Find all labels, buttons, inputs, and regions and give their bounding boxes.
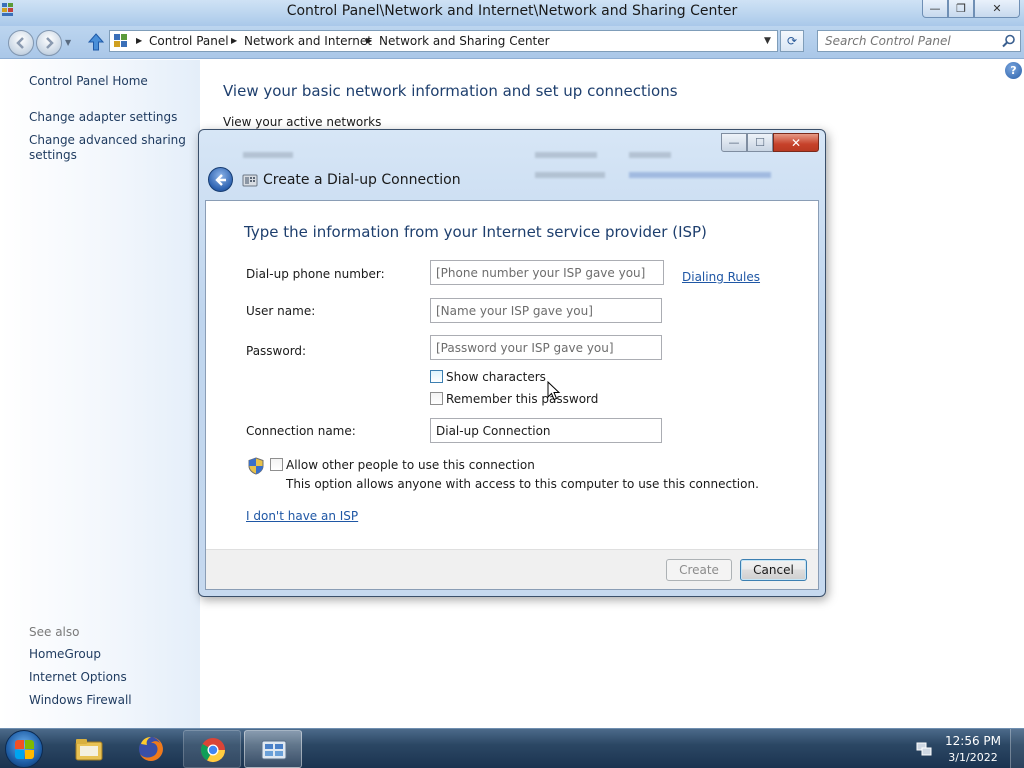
dialog-maximize-button: ☐ [747,133,773,152]
dialog-content: Type the information from your Internet … [205,200,819,590]
blurred-background [535,172,605,178]
recent-pages-dropdown-icon[interactable]: ▼ [65,38,71,47]
dialup-phone-icon [242,174,258,187]
dialog-close-button[interactable]: ✕ [773,133,819,152]
refresh-button[interactable]: ⟳ [780,30,804,52]
windows-firewall-link[interactable]: Windows Firewall [29,693,132,707]
phone-number-field[interactable] [430,260,664,285]
breadcrumb-network-and-internet[interactable]: Network and Internet [244,34,372,48]
allow-others-label[interactable]: Allow other people to use this connectio… [286,458,535,472]
dialog-back-button[interactable] [208,167,233,192]
taskbar-firefox[interactable] [122,730,180,768]
close-icon: ✕ [992,2,1002,15]
network-center-icon [261,740,287,760]
blurred-background [629,152,671,158]
password-input[interactable] [431,336,661,359]
breadcrumb-network-and-sharing-center[interactable]: Network and Sharing Center [379,34,550,48]
minimize-button[interactable]: — [922,0,948,18]
arrow-left-icon [215,174,226,186]
password-field[interactable] [430,335,662,360]
help-icon[interactable]: ? [1005,62,1022,79]
taskbar-chrome[interactable] [183,730,241,768]
start-button[interactable] [5,730,43,768]
address-dropdown-icon[interactable]: ▼ [764,36,771,46]
connection-name-field[interactable] [430,418,662,443]
uac-shield-icon [248,457,264,475]
forward-button[interactable] [36,30,62,56]
minimize-icon: — [929,2,941,15]
dialog-title: Create a Dial-up Connection [263,172,461,188]
show-characters-checkbox[interactable] [430,370,443,383]
remember-password-label[interactable]: Remember this password [446,392,598,406]
tasks-pane: Control Panel Home Change adapter settin… [0,60,200,728]
homegroup-link[interactable]: HomeGroup [29,647,101,661]
username-input[interactable] [431,299,661,322]
search-box[interactable] [817,30,1021,52]
window-titlebar: Control Panel\Network and Internet\Netwo… [0,0,1024,26]
maximize-icon: ☐ [755,136,765,149]
password-label: Password: [246,344,307,358]
navigation-bar: ▼ ▶ Control Panel ▶ Network and Internet… [0,26,1024,59]
see-also-heading: See also [29,625,80,639]
windows-logo-icon [15,740,35,760]
window-title: Control Panel\Network and Internet\Netwo… [286,3,738,19]
allow-others-description: This option allows anyone with access to… [286,477,759,491]
change-adapter-settings-link[interactable]: Change adapter settings [29,110,177,124]
blurred-background [535,152,597,158]
clock-date[interactable]: 3/1/2022 [944,751,1002,764]
breadcrumb-control-panel[interactable]: Control Panel [149,34,229,48]
create-button[interactable]: Create [666,559,732,581]
network-tray-icon[interactable] [916,741,932,757]
connection-name-label: Connection name: [246,424,356,438]
change-advanced-sharing-settings-link[interactable]: Change advanced sharing settings [29,133,189,163]
username-label: User name: [246,304,316,318]
clock-time[interactable]: 12:56 PM [944,734,1002,748]
folder-icon [75,739,103,761]
close-icon: ✕ [790,136,802,150]
blurred-background [629,172,771,178]
create-dialup-connection-dialog: — ☐ ✕ Create a Dial-up Connection Type t… [198,129,826,597]
close-button[interactable]: ✕ [974,0,1020,18]
control-panel-icon [114,34,127,47]
firefox-icon [139,737,163,761]
allow-others-checkbox[interactable] [270,458,283,471]
no-isp-link[interactable]: I don't have an ISP [246,509,358,523]
restore-icon: ❐ [956,2,966,15]
address-bar[interactable]: ▶ Control Panel ▶ Network and Internet ▶… [109,30,778,52]
taskbar: 12:56 PM 3/1/2022 [0,728,1024,768]
search-icon[interactable] [1002,34,1016,48]
refresh-icon: ⟳ [786,34,798,48]
breadcrumb-separator-icon[interactable]: ▶ [136,36,142,45]
taskbar-control-panel[interactable] [244,730,302,768]
breadcrumb-separator-icon[interactable]: ▶ [366,36,372,45]
maximize-button[interactable]: ❐ [948,0,974,18]
up-arrow-icon[interactable] [88,33,104,51]
phone-number-input[interactable] [431,261,663,284]
breadcrumb-separator-icon[interactable]: ▶ [231,36,237,45]
back-button[interactable] [8,30,34,56]
taskbar-windows-explorer[interactable] [60,730,118,768]
mouse-cursor-icon [547,381,561,401]
show-characters-label[interactable]: Show characters [446,370,546,384]
blurred-background [243,152,293,158]
page-title: View your basic network information and … [223,82,678,100]
arrow-left-icon [16,37,24,49]
phone-number-label: Dial-up phone number: [246,267,385,281]
connection-name-input[interactable] [431,419,661,442]
dialog-footer: Create Cancel [206,549,818,589]
control-panel-home-link[interactable]: Control Panel Home [29,74,148,88]
show-desktop-button[interactable] [1010,729,1024,768]
remember-password-checkbox[interactable] [430,392,443,405]
minimize-icon: — [728,136,740,149]
chrome-icon [200,738,225,763]
arrow-right-icon [46,37,54,49]
search-input[interactable] [818,31,998,51]
dialog-minimize-button: — [721,133,747,152]
dialog-instruction: Type the information from your Internet … [244,223,707,241]
active-networks-heading: View your active networks [223,115,382,129]
dialing-rules-link[interactable]: Dialing Rules [682,270,760,284]
username-field[interactable] [430,298,662,323]
internet-options-link[interactable]: Internet Options [29,670,127,684]
cancel-button[interactable]: Cancel [740,559,807,581]
